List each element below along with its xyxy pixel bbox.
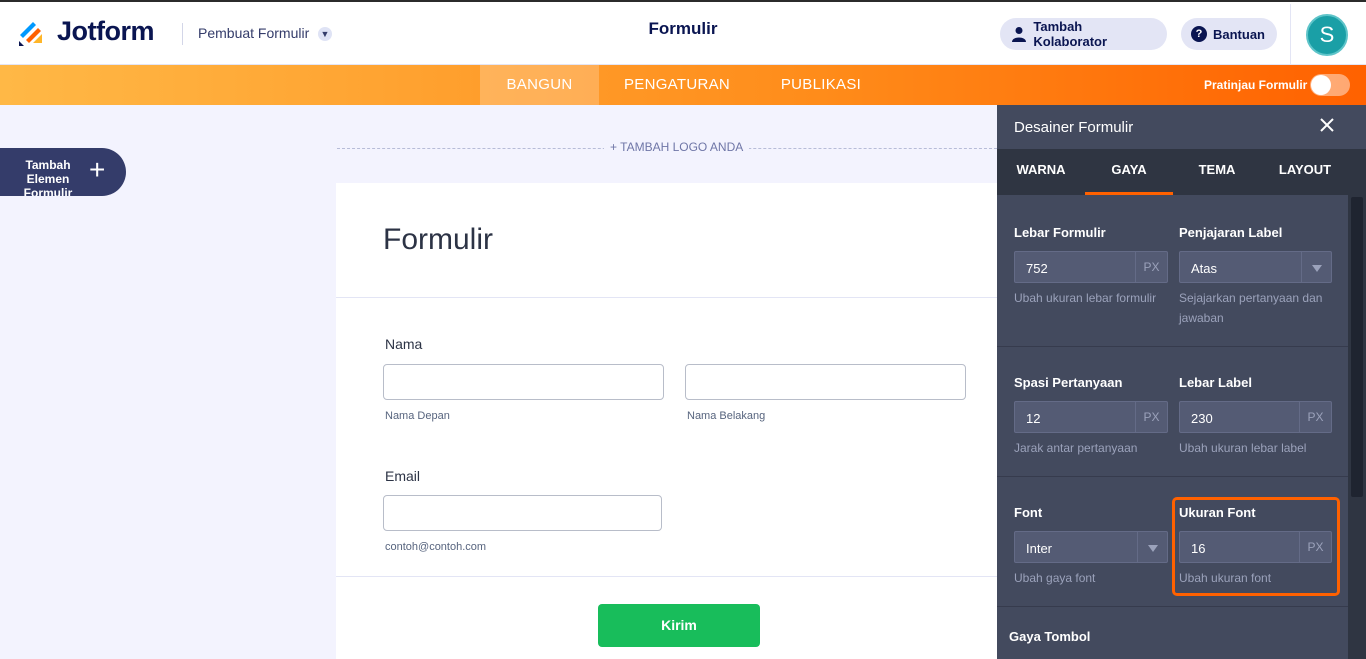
chevron-down-icon[interactable]: ▼ (318, 27, 332, 41)
form-width-value: 752 (1026, 261, 1048, 276)
preview-toggle[interactable] (1310, 74, 1350, 96)
divider (336, 297, 997, 298)
builder-nav: BANGUN PENGATURAN PUBLIKASI Pratinjau Fo… (0, 65, 1366, 105)
tab-colors[interactable]: WARNA (997, 149, 1085, 195)
button-style-label: Gaya Tombol (1009, 629, 1091, 644)
form-width-input[interactable]: 752 PX (1014, 251, 1168, 283)
close-icon[interactable] (1319, 115, 1335, 137)
chevron-down-icon (1301, 252, 1331, 282)
toggle-knob (1311, 75, 1331, 95)
question-spacing-input[interactable]: 12 PX (1014, 401, 1168, 433)
help-button[interactable]: ? Bantuan (1181, 18, 1277, 50)
font-label: Font (1014, 505, 1043, 520)
px-unit: PX (1299, 402, 1331, 432)
font-size-highlight (1172, 497, 1340, 596)
px-unit: PX (1135, 402, 1167, 432)
email-input[interactable] (383, 495, 662, 531)
divider (997, 346, 1348, 347)
brand-name[interactable]: Jotform (57, 16, 155, 47)
question-spacing-label: Spasi Pertanyaan (1014, 375, 1123, 390)
add-collaborator-button[interactable]: Tambah Kolaborator (1000, 18, 1167, 50)
add-collaborator-label: Tambah Kolaborator (1033, 19, 1108, 49)
divider (997, 606, 1348, 607)
divider (336, 576, 997, 577)
panel-header: Desainer Formulir (997, 105, 1366, 149)
add-form-element-label: Tambah Elemen Formulir (23, 158, 73, 196)
chevron-down-icon (1137, 532, 1167, 562)
help-label: Bantuan (1213, 26, 1265, 42)
last-name-sublabel: Nama Belakang (687, 410, 766, 422)
avatar-area: S (1290, 4, 1366, 67)
question-spacing-value: 12 (1026, 411, 1041, 426)
form-title[interactable]: Formulir (383, 223, 493, 257)
label-width-input[interactable]: 230 PX (1179, 401, 1332, 433)
page-title[interactable]: Formulir (583, 19, 783, 39)
add-form-element-button[interactable]: Tambah Elemen Formulir + (0, 148, 126, 196)
label-width-value: 230 (1191, 411, 1213, 426)
question-spacing-hint: Jarak antar pertanyaan (1014, 441, 1138, 455)
top-header: Jotform Pembuat Formulir ▼ Formulir Tamb… (0, 0, 1366, 67)
tab-theme[interactable]: TEMA (1173, 149, 1261, 195)
label-alignment-select[interactable]: Atas (1179, 251, 1332, 283)
avatar[interactable]: S (1306, 14, 1348, 56)
scrollbar-thumb[interactable] (1351, 197, 1363, 497)
label-width-label: Lebar Label (1179, 375, 1252, 390)
label-alignment-hint: Sejajarkan pertanyaan dan jawaban (1179, 291, 1323, 325)
user-icon (1010, 25, 1027, 43)
builder-menu[interactable]: Pembuat Formulir (198, 25, 309, 41)
first-name-input[interactable] (383, 364, 664, 400)
divider (182, 23, 183, 45)
preview-label: Pratinjau Formulir (1204, 78, 1308, 92)
add-logo-link[interactable]: + TAMBAH LOGO ANDA (604, 140, 750, 154)
font-value: Inter (1026, 541, 1053, 556)
jotform-logo-icon[interactable] (17, 18, 47, 48)
submit-button[interactable]: Kirim (598, 604, 760, 647)
name-label[interactable]: Nama (385, 336, 422, 352)
tab-build[interactable]: BANGUN (480, 65, 599, 105)
designer-tabs: WARNA GAYA TEMA LAYOUT (997, 149, 1366, 195)
form-card: Formulir Nama Nama Depan Nama Belakang E… (336, 183, 997, 659)
tab-publish[interactable]: PUBLIKASI (764, 65, 878, 105)
form-width-label: Lebar Formulir (1014, 225, 1106, 240)
divider (997, 476, 1348, 477)
tab-settings[interactable]: PENGATURAN (606, 65, 748, 105)
label-width-hint: Ubah ukuran lebar label (1179, 441, 1307, 455)
email-sublabel: contoh@contoh.com (385, 541, 487, 553)
label-alignment-label: Penjajaran Label (1179, 225, 1283, 240)
plus-icon: + (89, 154, 106, 185)
label-alignment-value: Atas (1191, 261, 1218, 276)
help-icon: ? (1191, 25, 1207, 43)
tab-layout[interactable]: LAYOUT (1261, 149, 1349, 195)
font-hint: Ubah gaya font (1014, 571, 1096, 585)
last-name-input[interactable] (685, 364, 966, 400)
px-unit: PX (1135, 252, 1167, 282)
font-select[interactable]: Inter (1014, 531, 1168, 563)
email-label[interactable]: Email (385, 468, 420, 484)
form-width-hint: Ubah ukuran lebar formulir (1014, 291, 1157, 305)
panel-title: Desainer Formulir (1014, 119, 1134, 136)
tab-style[interactable]: GAYA (1085, 149, 1173, 195)
first-name-sublabel: Nama Depan (385, 410, 450, 422)
